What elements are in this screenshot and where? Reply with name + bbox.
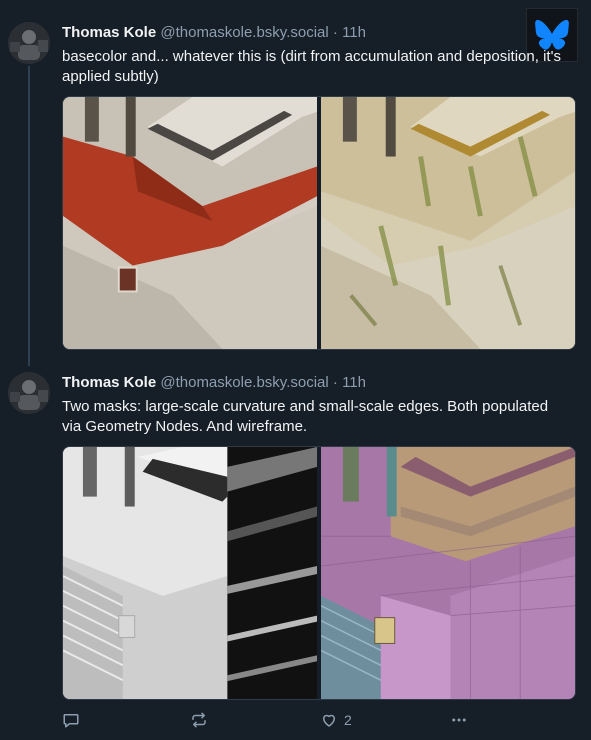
- post-media: [62, 446, 576, 700]
- more-options-button[interactable]: [450, 708, 468, 732]
- post-header: Thomas Kole @thomaskole.bsky.social · 11…: [62, 23, 366, 43]
- like-button[interactable]: 2: [320, 708, 352, 732]
- post-timestamp[interactable]: 11h: [342, 374, 366, 391]
- reply-icon: [63, 714, 79, 728]
- repost-button[interactable]: [190, 708, 208, 732]
- post-actions: 2: [62, 708, 482, 732]
- avatar[interactable]: [8, 22, 50, 64]
- post-media: [62, 96, 576, 350]
- curvature-edges-mask-render[interactable]: [63, 447, 317, 699]
- post-text: Two masks: large-scale curvature and sma…: [62, 398, 549, 435]
- heart-icon: [323, 714, 335, 727]
- post-timestamp[interactable]: 11h: [342, 24, 366, 41]
- reply-button[interactable]: [62, 708, 80, 732]
- separator: ·: [332, 24, 338, 41]
- more-icon: [452, 718, 466, 722]
- wireframe-render[interactable]: [321, 447, 575, 699]
- repost-icon: [192, 712, 206, 728]
- author-handle[interactable]: @thomaskole.bsky.social: [160, 24, 328, 41]
- basecolor-render[interactable]: [63, 97, 317, 349]
- dirt-mask-render[interactable]: [321, 97, 575, 349]
- post-header: Thomas Kole @thomaskole.bsky.social · 11…: [62, 373, 366, 393]
- like-count: 2: [344, 712, 352, 728]
- author-name[interactable]: Thomas Kole: [62, 24, 156, 41]
- author-name[interactable]: Thomas Kole: [62, 374, 156, 391]
- post-text: basecolor and... whatever this is (dirt …: [62, 48, 561, 85]
- avatar[interactable]: [8, 372, 50, 414]
- author-handle[interactable]: @thomaskole.bsky.social: [160, 374, 328, 391]
- post[interactable]: Thomas Kole @thomaskole.bsky.social · 11…: [0, 0, 591, 360]
- separator: ·: [332, 374, 338, 391]
- post[interactable]: Thomas Kole @thomaskole.bsky.social · 11…: [0, 360, 591, 740]
